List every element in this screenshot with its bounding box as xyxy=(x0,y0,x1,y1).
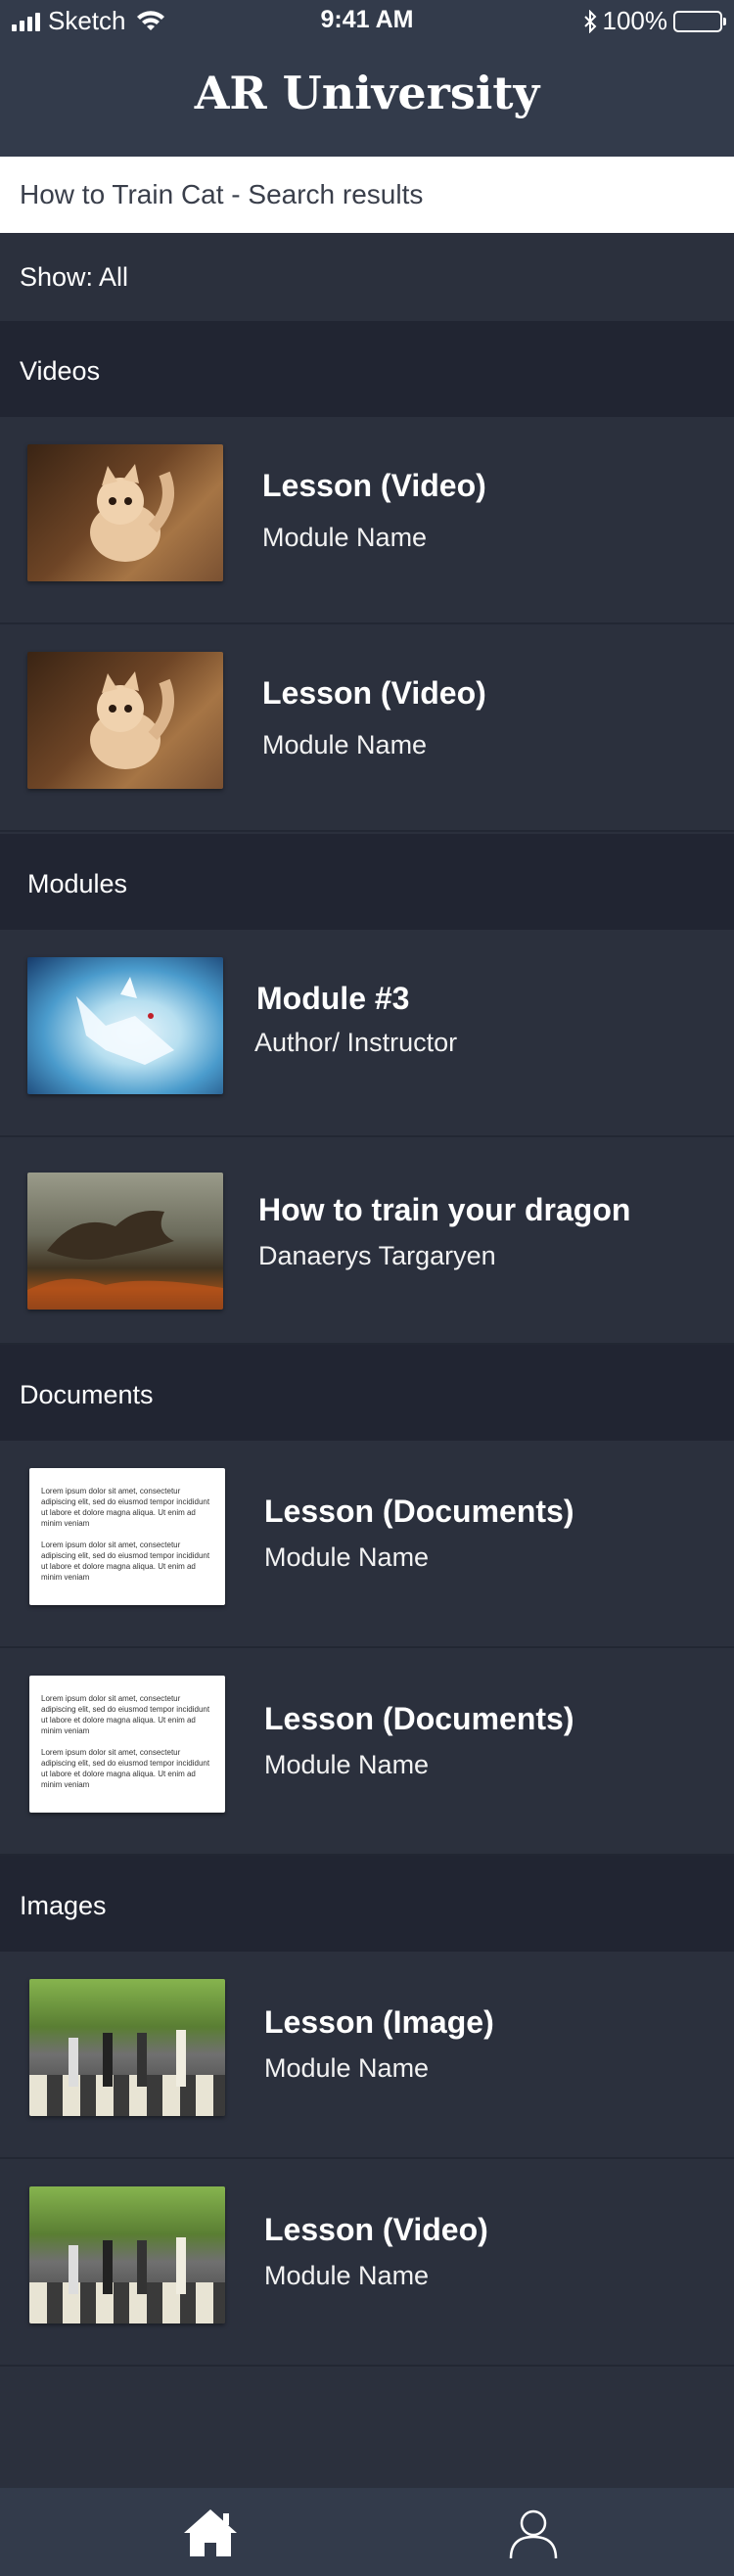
item-title: Module #3 xyxy=(256,981,410,1016)
document-preview-text: Lorem ipsum dolor sit amet, consectetur … xyxy=(41,1748,210,1789)
thumbnail-image xyxy=(27,444,223,581)
item-title: Lesson (Video) xyxy=(262,675,486,711)
list-item[interactable]: Lesson (Video) Module Name xyxy=(0,417,734,624)
item-title: Lesson (Documents) xyxy=(264,1494,574,1529)
item-title: Lesson (Video) xyxy=(264,2212,488,2247)
item-subtitle: Module Name xyxy=(264,2053,430,2083)
section-title: Documents xyxy=(20,1380,154,1409)
item-title: Lesson (Image) xyxy=(264,2004,494,2040)
item-subtitle: Danaerys Targaryen xyxy=(258,1241,496,1270)
list-item[interactable]: Lesson (Image) Module Name xyxy=(0,1952,734,2159)
item-subtitle: Module Name xyxy=(264,2261,430,2290)
list-item[interactable]: Module #3 Author/ Instructor xyxy=(0,930,734,1137)
list-item[interactable]: Lesson (Video) Module Name xyxy=(0,624,734,832)
profile-icon[interactable] xyxy=(499,2504,568,2562)
list-item[interactable]: Lorem ipsum dolor sit amet, consectetur … xyxy=(0,1441,734,1648)
section-header-modules: Modules xyxy=(0,834,734,930)
thumbnail-image xyxy=(27,957,223,1094)
home-icon[interactable] xyxy=(176,2504,245,2562)
list-item[interactable]: Lorem ipsum dolor sit amet, consectetur … xyxy=(0,1648,734,1856)
list-item[interactable]: Lesson (Video) Module Name xyxy=(0,2159,734,2367)
document-preview-text: Lorem ipsum dolor sit amet, consectetur … xyxy=(41,1487,210,1528)
tab-bar xyxy=(0,2488,734,2576)
item-title: Lesson (Documents) xyxy=(264,1701,574,1736)
battery-icon xyxy=(673,10,726,32)
app-header: AR University xyxy=(0,39,734,157)
app-title: AR University xyxy=(194,67,540,119)
section-header-images: Images xyxy=(0,1856,734,1952)
filter-show-all[interactable]: Show: All xyxy=(0,233,734,321)
battery-group: 100% xyxy=(583,6,726,36)
thumbnail-image xyxy=(27,1173,223,1310)
thumbnail-image xyxy=(29,2186,225,2323)
bluetooth-icon xyxy=(583,9,596,33)
section-title: Modules xyxy=(27,869,128,898)
item-subtitle: Module Name xyxy=(264,1750,430,1779)
section-title: Videos xyxy=(20,356,101,386)
section-header-videos: Videos xyxy=(0,321,734,417)
item-title: How to train your dragon xyxy=(258,1192,631,1227)
item-subtitle: Module Name xyxy=(264,1542,430,1572)
thumbnail-image xyxy=(29,1979,225,2116)
item-subtitle: Module Name xyxy=(262,730,428,759)
section-header-documents: Documents xyxy=(0,1345,734,1441)
battery-percent: 100% xyxy=(602,6,668,35)
item-subtitle: Author/ Instructor xyxy=(254,1028,458,1057)
document-preview-text: Lorem ipsum dolor sit amet, consectetur … xyxy=(41,1541,210,1582)
section-title: Images xyxy=(20,1891,107,1920)
list-item[interactable]: How to train your dragon Danaerys Targar… xyxy=(0,1137,734,1345)
item-subtitle: Module Name xyxy=(262,523,428,552)
document-preview-text: Lorem ipsum dolor sit amet, consectetur … xyxy=(41,1694,210,1735)
item-title: Lesson (Video) xyxy=(262,468,486,503)
search-input[interactable] xyxy=(0,157,734,233)
document-thumbnail: Lorem ipsum dolor sit amet, consectetur … xyxy=(29,1468,225,1605)
document-thumbnail: Lorem ipsum dolor sit amet, consectetur … xyxy=(29,1676,225,1813)
status-bar: Sketch 9:41 AM 100% xyxy=(0,0,734,39)
thumbnail-image xyxy=(27,652,223,789)
